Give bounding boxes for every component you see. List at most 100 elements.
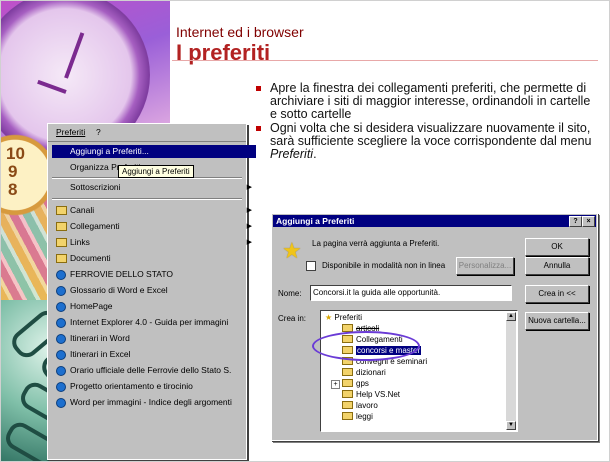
menu-item-add-to-favorites[interactable]: Aggiungi a Preferiti... bbox=[52, 145, 256, 158]
scroll-down-icon[interactable]: ▼ bbox=[506, 421, 516, 430]
customize-button[interactable]: Personalizza... bbox=[456, 257, 514, 275]
folder-icon bbox=[56, 254, 67, 263]
menu-item-itinerari-excel[interactable]: Itinerari in Excel bbox=[52, 348, 256, 361]
menu-item-label: Collegamenti bbox=[70, 221, 120, 231]
menu-item-label: Progetto orientamento e tirocinio bbox=[70, 381, 193, 391]
tree-root-label: Preferiti bbox=[334, 313, 362, 322]
folder-icon bbox=[342, 390, 353, 398]
menu-item-homepage[interactable]: HomePage bbox=[52, 300, 256, 313]
bullet-item: Apre la finestra dei collegamenti prefer… bbox=[256, 82, 596, 121]
ie-page-icon bbox=[56, 350, 66, 360]
menu-item-label: FERROVIE DELLO STATO bbox=[70, 269, 173, 279]
name-field-value: Concorsi.it la guida alle opportunità. bbox=[313, 288, 441, 297]
menu-help[interactable]: ? bbox=[96, 127, 101, 137]
menu-item-label: Word per immagini - Indice degli argomen… bbox=[70, 397, 232, 407]
tree-item-label: Help VS.Net bbox=[356, 390, 401, 399]
ie-page-icon bbox=[56, 286, 66, 296]
ie-page-icon bbox=[56, 398, 66, 408]
tree-item[interactable]: dizionari bbox=[342, 368, 386, 378]
scroll-up-icon[interactable]: ▲ bbox=[506, 312, 516, 321]
submenu-arrow-icon: ▶ bbox=[246, 184, 252, 191]
tree-item-label: lavoro bbox=[356, 401, 378, 410]
menu-item-label: Orario ufficiale delle Ferrovie dello St… bbox=[70, 365, 232, 375]
menu-item-label: Documenti bbox=[70, 253, 111, 263]
name-field[interactable]: Concorsi.it la guida alle opportunità. bbox=[310, 285, 512, 301]
bullet-text: Apre la finestra dei collegamenti prefer… bbox=[270, 81, 591, 121]
ie-page-icon bbox=[56, 366, 66, 376]
tree-scrollbar[interactable]: ▲ ▼ bbox=[506, 312, 516, 430]
menu-item-progetto[interactable]: Progetto orientamento e tirocinio bbox=[52, 380, 256, 393]
tree-item-label: gps bbox=[356, 379, 369, 388]
tree-item-label: dizionari bbox=[356, 368, 386, 377]
dialog-message: La pagina verrà aggiunta a Preferiti. bbox=[312, 239, 440, 248]
expand-icon[interactable]: + bbox=[331, 380, 340, 389]
menu-item-label: Itinerari in Word bbox=[70, 333, 130, 343]
submenu-arrow-icon: ▶ bbox=[246, 239, 252, 246]
title-divider bbox=[172, 60, 598, 61]
menu-item-label: HomePage bbox=[70, 301, 113, 311]
menu-item-collegamenti[interactable]: Collegamenti ▶ bbox=[52, 220, 256, 233]
ie-page-icon bbox=[56, 302, 66, 312]
menu-item-links[interactable]: Links ▶ bbox=[52, 236, 256, 249]
bullet-text: Ogni volta che si desidera visualizzare … bbox=[270, 121, 592, 161]
menu-item-ferrovie[interactable]: FERROVIE DELLO STATO bbox=[52, 268, 256, 281]
new-folder-button[interactable]: Nuova cartella... bbox=[525, 312, 589, 330]
tooltip: Aggiungi a Preferiti bbox=[118, 165, 194, 178]
submenu-arrow-icon: ▶ bbox=[246, 207, 252, 214]
submenu-arrow-icon: ▶ bbox=[246, 223, 252, 230]
tree-item[interactable]: leggi bbox=[342, 412, 373, 422]
ok-button[interactable]: OK bbox=[525, 238, 589, 256]
menu-item-documenti[interactable]: Documenti bbox=[52, 252, 256, 265]
menu-bar: Preferiti ? bbox=[48, 124, 246, 142]
menu-item-orario[interactable]: Orario ufficiale delle Ferrovie dello St… bbox=[52, 364, 256, 377]
menu-item-label: Links bbox=[70, 237, 90, 247]
tree-item[interactable]: lavoro bbox=[342, 401, 378, 411]
slide: 10 9 8 Internet ed i browser I preferiti A… bbox=[0, 0, 610, 462]
help-button[interactable]: ? bbox=[569, 216, 582, 227]
bullet-list: Apre la finestra dei collegamenti prefer… bbox=[256, 82, 596, 162]
folder-icon bbox=[56, 238, 67, 247]
menu-item-word-immagini[interactable]: Word per immagini - Indice degli argomen… bbox=[52, 396, 256, 409]
tree-item[interactable]: Help VS.Net bbox=[342, 390, 400, 400]
folder-icon bbox=[342, 412, 353, 420]
dialog-titlebar: Aggiungi a Preferiti ? × bbox=[273, 215, 596, 227]
menu-item-label: Glossario di Word e Excel bbox=[70, 285, 168, 295]
ie-page-icon bbox=[56, 382, 66, 392]
menu-separator bbox=[52, 198, 242, 200]
tree-item-label: leggi bbox=[356, 412, 373, 421]
slide-title: I preferiti bbox=[176, 40, 271, 65]
folder-icon bbox=[342, 368, 353, 376]
folder-icon bbox=[56, 222, 67, 231]
folder-icon bbox=[342, 401, 353, 409]
folder-icon bbox=[342, 379, 353, 387]
dialog-title: Aggiungi a Preferiti bbox=[276, 216, 355, 226]
menu-item-channels[interactable]: Canali ▶ bbox=[52, 204, 256, 217]
star-icon: ★ bbox=[282, 238, 302, 263]
add-favorite-dialog: Aggiungi a Preferiti ? × ★ La pagina ver… bbox=[271, 213, 598, 441]
menu-item-label: Canali bbox=[70, 205, 95, 215]
ie-page-icon bbox=[56, 270, 66, 280]
tree-root[interactable]: ★ Preferiti bbox=[325, 313, 362, 322]
channel-folder-icon bbox=[56, 206, 67, 215]
create-in-label: Crea in: bbox=[278, 314, 307, 323]
slide-subtitle: Internet ed i browser bbox=[176, 24, 304, 40]
menu-item-label: Sottoscrizioni bbox=[70, 182, 121, 192]
ie-page-icon bbox=[56, 318, 66, 328]
offline-label: Disponibile in modalità non in linea bbox=[322, 261, 446, 270]
name-label: Nome: bbox=[278, 289, 302, 298]
menu-item-label: Itinerari in Excel bbox=[70, 349, 131, 359]
tree-item[interactable]: gps bbox=[342, 379, 369, 389]
menu-item-label: Internet Explorer 4.0 - Guida per immagi… bbox=[70, 317, 229, 327]
menu-preferiti[interactable]: Preferiti bbox=[56, 127, 85, 137]
menu-item-itinerari-word[interactable]: Itinerari in Word bbox=[52, 332, 256, 345]
folder-tree[interactable]: ★ Preferiti articoli Collegamenti concor… bbox=[320, 310, 518, 432]
offline-checkbox[interactable] bbox=[306, 261, 316, 271]
highlight-oval bbox=[312, 331, 420, 361]
close-button[interactable]: × bbox=[582, 216, 595, 227]
menu-item-glossario[interactable]: Glossario di Word e Excel bbox=[52, 284, 256, 297]
create-in-button[interactable]: Crea in << bbox=[525, 285, 589, 303]
menu-item-subscriptions[interactable]: Sottoscrizioni ▶ bbox=[52, 181, 256, 194]
menu-item-label: Aggiungi a Preferiti... bbox=[70, 146, 149, 156]
menu-item-ie-guide[interactable]: Internet Explorer 4.0 - Guida per immagi… bbox=[52, 316, 256, 329]
cancel-button[interactable]: Annulla bbox=[525, 257, 589, 275]
